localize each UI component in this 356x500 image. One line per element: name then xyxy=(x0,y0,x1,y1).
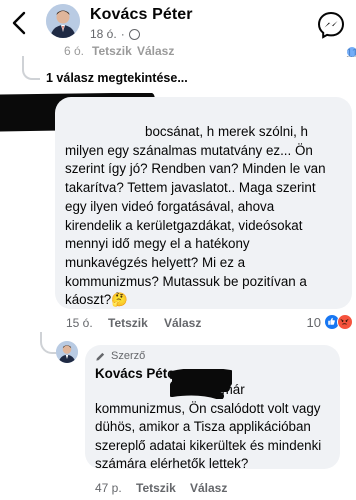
comment-actions: 15 ó. Tetszik Válasz 10 xyxy=(66,314,356,332)
reply-link[interactable]: Válasz xyxy=(137,44,174,58)
comment-line: milyen egy szánalmas mutatvány ez... Ön xyxy=(65,142,313,158)
comment-age: 6 ó. xyxy=(64,44,85,58)
like-link[interactable]: Tetszik xyxy=(136,481,176,495)
like-link[interactable]: Tetszik xyxy=(92,44,132,58)
comment-line: szerint így jó? Rendben van? Minden le v… xyxy=(65,161,326,177)
like-link[interactable]: Tetszik xyxy=(108,316,148,330)
comment-line: egy ilyen videó forgatásával, ahova xyxy=(65,198,275,214)
reaction-count: 10 xyxy=(306,314,321,330)
author-name[interactable]: Kovács Péter xyxy=(90,6,193,24)
post-age: 18 ó. xyxy=(90,27,117,41)
reply-line: kommunizmus, Ön csalódott volt vagy xyxy=(95,400,321,416)
comment-line: takarítva? Tettem javaslatot.. Maga szer… xyxy=(65,180,316,196)
reply-link[interactable]: Válasz xyxy=(190,481,227,495)
author-badge: Szerző xyxy=(95,350,145,362)
angry-reaction-icon xyxy=(337,314,353,330)
thread-connector xyxy=(22,56,40,80)
reply-author-avatar[interactable] xyxy=(56,341,78,363)
comment-line: bocsánat, h merek szólni, h xyxy=(145,124,309,139)
chevron-left-icon[interactable] xyxy=(10,10,28,36)
reply-link[interactable]: Válasz xyxy=(164,316,201,330)
like-reaction-icon xyxy=(346,46,356,58)
reply-line: szereplő adatai kikerültek és mindenki xyxy=(95,437,322,453)
comment-line: munkavégzés helyett? Mi ez a xyxy=(65,254,246,270)
comment-line: mennyi idő megy el a hatékony xyxy=(65,236,250,252)
globe-icon xyxy=(128,28,140,40)
post-meta: 18 ó. · xyxy=(90,27,140,41)
comment-text: bocsánat, h merek szólni, h milyen egy s… xyxy=(65,123,348,310)
redaction-scribble xyxy=(170,369,232,399)
dot-separator: · xyxy=(120,27,125,41)
reply-line: számára elérhetők lettek? xyxy=(95,456,249,472)
author-avatar[interactable] xyxy=(46,4,80,38)
reaction-summary[interactable]: 10 xyxy=(307,314,353,330)
reply-author-name[interactable]: Kovács Péter xyxy=(95,366,180,381)
comment-age: 15 ó. xyxy=(66,316,93,330)
comment-line: káoszt?🤔 xyxy=(65,292,128,308)
pencil-icon xyxy=(96,352,105,361)
reply-actions: 47 p. Tetszik Válasz xyxy=(95,481,345,497)
reply-age: 47 p. xyxy=(95,481,122,495)
comment-line: kirendelik a kerületgazdákat, videósokat xyxy=(65,217,303,233)
reply-line: dühös, amikor a Tisza applikációban xyxy=(95,419,311,435)
comment-line: kommunizmus? Mutassuk be pozitívan a xyxy=(65,273,307,289)
view-replies-link[interactable]: 1 válasz megtekintése... xyxy=(46,71,188,85)
messenger-icon[interactable] xyxy=(316,10,346,40)
previous-comment-actions: 6 ó. Tetszik Válasz 11 xyxy=(0,42,356,60)
author-badge-label: Szerző xyxy=(111,350,146,362)
